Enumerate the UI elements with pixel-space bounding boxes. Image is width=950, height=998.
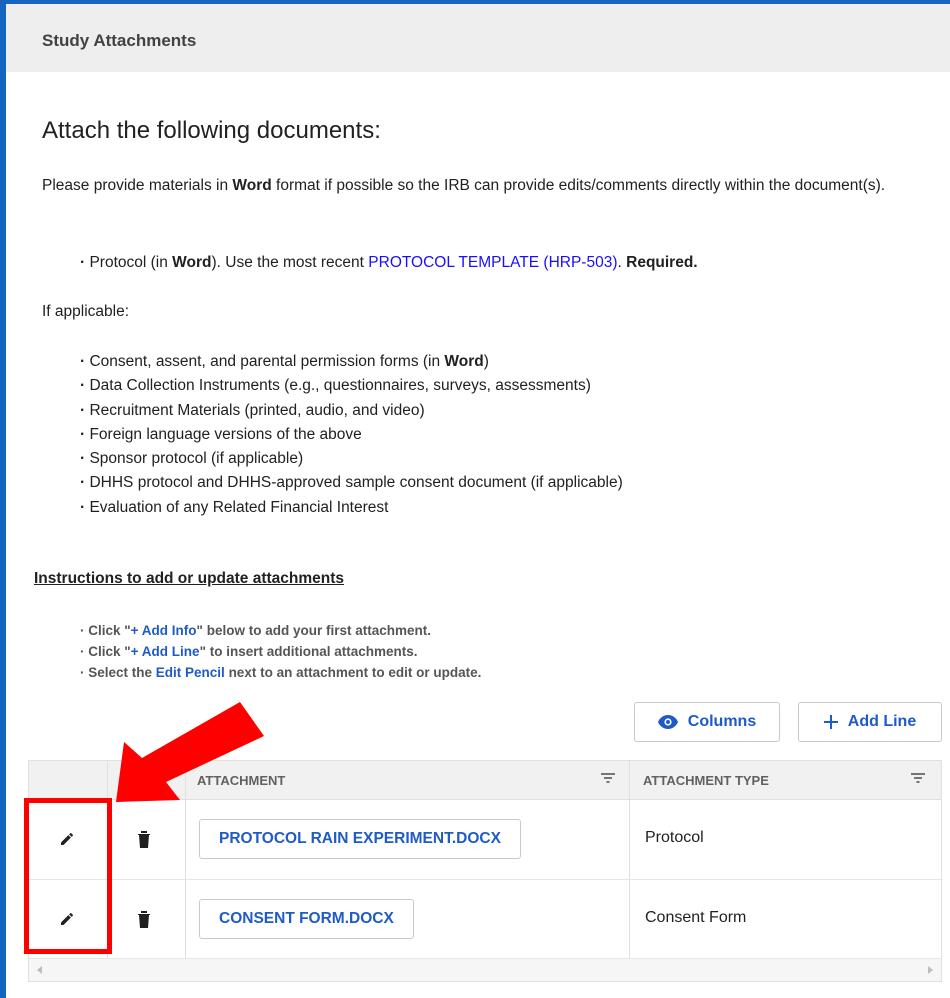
scroll-left-icon[interactable]: [37, 966, 42, 974]
attachment-type-cell: Protocol: [645, 829, 704, 846]
columns-button[interactable]: Columns: [634, 702, 780, 742]
panel-header: Study Attachments: [6, 4, 950, 72]
list-item: Sponsor protocol (if applicable): [80, 447, 623, 471]
panel-title: Study Attachments: [42, 31, 197, 50]
instruction-item: · Select the Edit Pencil next to an atta…: [80, 665, 482, 680]
scroll-right-icon[interactable]: [928, 966, 933, 974]
eye-icon: [657, 715, 678, 729]
instructions-list: · Click "+ Add Info" below to add your f…: [80, 620, 481, 683]
list-item: Recruitment Materials (printed, audio, a…: [80, 399, 623, 423]
section-heading: Attach the following documents:: [42, 117, 381, 144]
attachment-type-cell: Consent Form: [645, 909, 747, 926]
instruction-item: · Click "+ Add Info" below to add your f…: [80, 623, 431, 638]
trash-icon[interactable]: [137, 830, 151, 848]
list-item: DHHS protocol and DHHS-approved sample c…: [80, 471, 622, 495]
red-arrow-icon: [116, 702, 264, 802]
instruction-item: · Click "+ Add Line" to insert additiona…: [80, 644, 418, 659]
trash-icon[interactable]: [137, 910, 151, 928]
horizontal-scrollbar[interactable]: [29, 958, 941, 981]
intro-paragraph: Please provide materials in Word format …: [42, 177, 886, 194]
filter-icon[interactable]: [601, 773, 615, 783]
table-row: PROTOCOL RAIN EXPERIMENT.DOCX Protocol: [29, 799, 941, 880]
if-applicable-label: If applicable:: [42, 303, 130, 320]
plus-icon: [823, 715, 838, 729]
protocol-requirement: · Protocol (in Word). Use the most recen…: [80, 254, 698, 271]
list-item: Data Collection Instruments (e.g., quest…: [80, 374, 623, 398]
protocol-template-link[interactable]: PROTOCOL TEMPLATE (HRP-503): [368, 254, 617, 271]
applicable-list: Consent, assent, and parental permission…: [80, 350, 623, 520]
list-item: Foreign language versions of the above: [80, 423, 623, 447]
list-item: Evaluation of any Related Financial Inte…: [80, 496, 623, 520]
highlight-box: [24, 798, 112, 954]
attachment-file-button[interactable]: PROTOCOL RAIN EXPERIMENT.DOCX: [199, 819, 521, 859]
attachment-file-button[interactable]: CONSENT FORM.DOCX: [199, 899, 414, 939]
add-line-button[interactable]: Add Line: [798, 702, 942, 742]
column-header-attachment-type[interactable]: Attachment Type: [643, 773, 769, 788]
table-row: CONSENT FORM.DOCX Consent Form: [29, 879, 941, 960]
list-item: Consent, assent, and parental permission…: [80, 350, 623, 374]
filter-icon[interactable]: [911, 773, 925, 783]
instructions-title: Instructions to add or update attachment…: [34, 570, 345, 587]
